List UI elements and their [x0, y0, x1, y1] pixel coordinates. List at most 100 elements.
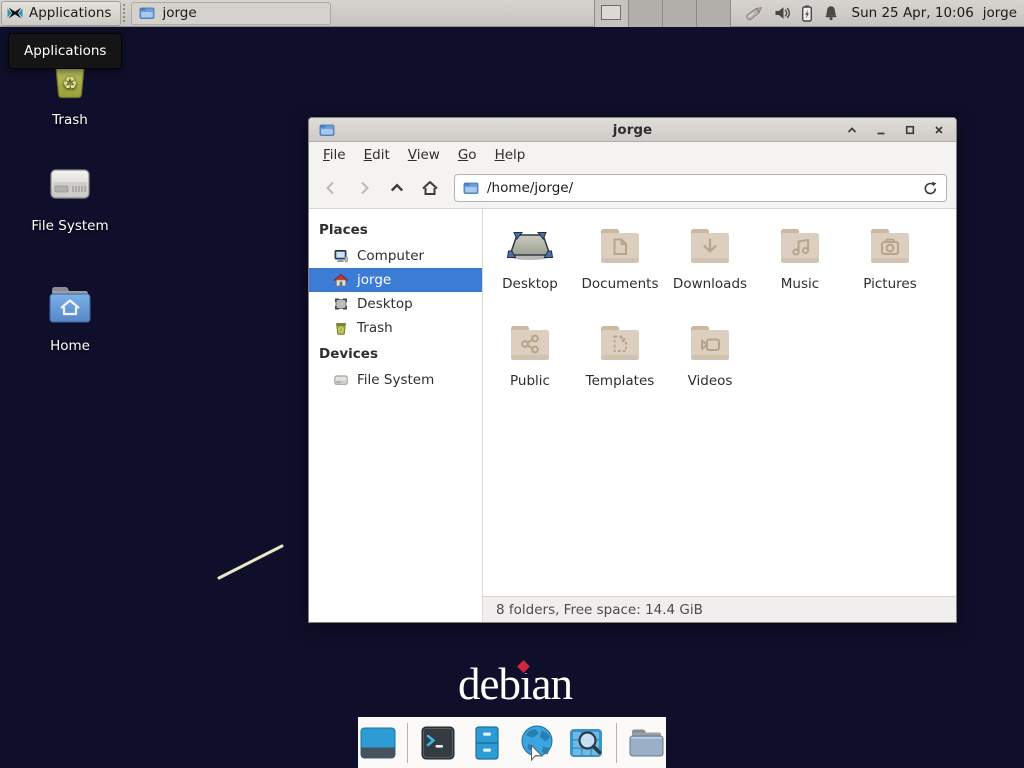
panel-handle[interactable]: [123, 4, 129, 22]
folder-templates-icon: [596, 319, 644, 367]
up-icon[interactable]: [384, 175, 410, 201]
folder-documents-icon: [596, 222, 644, 270]
shade-icon[interactable]: [845, 123, 859, 137]
path-bar[interactable]: /home/jorge/: [454, 174, 947, 202]
file-item-videos[interactable]: Videos: [665, 319, 755, 416]
sidebar-item-trash[interactable]: Trash: [309, 316, 482, 340]
titlebar[interactable]: jorge: [309, 118, 956, 142]
menu-view[interactable]: View: [399, 144, 449, 166]
file-label: Pictures: [863, 276, 916, 292]
panel-clock[interactable]: Sun 25 Apr, 10:06: [852, 5, 974, 21]
folder-icon: [463, 180, 479, 196]
file-label: Templates: [586, 373, 655, 389]
file-item-public[interactable]: Public: [485, 319, 575, 416]
file-item-templates[interactable]: Templates: [575, 319, 665, 416]
trash-icon: [333, 320, 349, 336]
home-icon[interactable]: [417, 175, 443, 201]
show-desktop-icon[interactable]: [358, 723, 397, 763]
menubar: File Edit View Go Help: [309, 142, 956, 168]
file-item-pictures[interactable]: Pictures: [845, 222, 935, 319]
file-manager-icon[interactable]: [468, 723, 507, 763]
folder-pictures-icon: [866, 222, 914, 270]
harddrive-icon: [46, 160, 94, 208]
sidebar-item-label: jorge: [357, 272, 391, 288]
dock: [358, 717, 666, 768]
status-bar: 8 folders, Free space: 14.4 GiB: [483, 596, 956, 622]
applications-menu-label: Applications: [29, 5, 111, 21]
sidebar-header-devices: Devices: [309, 340, 482, 368]
refresh-icon[interactable]: [923, 181, 938, 196]
folder-public-icon: [506, 319, 554, 367]
cursor-trail-line: [212, 540, 292, 584]
folder-icon: [139, 5, 155, 21]
file-item-downloads[interactable]: Downloads: [665, 222, 755, 319]
desktop-icon-home[interactable]: Home: [22, 280, 118, 354]
stylus-tray-icon[interactable]: [744, 4, 764, 22]
sidebar-item-computer[interactable]: Computer: [309, 244, 482, 268]
folder-videos-icon: [686, 319, 734, 367]
sidebar-header-places: Places: [309, 216, 482, 244]
path-input[interactable]: /home/jorge/: [487, 180, 915, 196]
sidebar-item-jorge[interactable]: jorge: [309, 268, 482, 292]
desktop-icon-label: Trash: [52, 112, 88, 128]
status-text: 8 folders, Free space: 14.4 GiB: [496, 602, 703, 618]
taskbar-window-button[interactable]: jorge: [131, 2, 331, 25]
desktop-icon-label: Home: [50, 338, 90, 354]
debian-logo-text: debian: [458, 659, 572, 709]
harddrive-icon: [333, 372, 349, 388]
workspace-3[interactable]: [663, 0, 697, 27]
volume-icon[interactable]: [774, 5, 791, 21]
file-label: Public: [510, 373, 550, 389]
desktop-icon-file-system[interactable]: File System: [22, 160, 118, 234]
menu-go[interactable]: Go: [449, 144, 486, 166]
top-panel: Applications jorge: [0, 0, 1024, 27]
maximize-icon[interactable]: [903, 123, 917, 137]
debian-logo: debian: [458, 658, 572, 710]
close-icon[interactable]: [932, 123, 946, 137]
applications-tooltip: Applications: [8, 33, 122, 69]
folder-music-icon: [776, 222, 824, 270]
back-icon[interactable]: [318, 175, 344, 201]
file-manager-window: jorge File Edit View Go: [308, 117, 957, 623]
workspace-window-preview: [601, 5, 621, 20]
file-grid: Desktop Documents: [483, 209, 956, 596]
sidebar-item-label: File System: [357, 372, 434, 388]
app-finder-icon[interactable]: [566, 723, 605, 763]
sidebar-item-label: Trash: [357, 320, 393, 336]
notifications-bell-icon[interactable]: [823, 5, 839, 21]
file-item-music[interactable]: Music: [755, 222, 845, 319]
sidebar-item-label: Computer: [357, 248, 424, 264]
sidebar-item-file-system[interactable]: File System: [309, 368, 482, 392]
workspace-pager: [594, 0, 731, 27]
sidebar: Places Computer: [309, 209, 483, 622]
terminal-icon[interactable]: [418, 723, 457, 763]
desktop-icon: [333, 296, 349, 312]
folder-icon[interactable]: [627, 723, 666, 763]
file-label: Music: [781, 276, 819, 292]
workspace-1[interactable]: [595, 0, 629, 27]
file-item-desktop[interactable]: Desktop: [485, 222, 575, 319]
home-icon: [333, 272, 349, 288]
web-browser-icon[interactable]: [517, 723, 556, 763]
desktop-icon-label: File System: [31, 218, 108, 234]
battery-charging-icon[interactable]: [801, 5, 813, 22]
applications-menu-button[interactable]: Applications: [1, 1, 121, 26]
workspace-2[interactable]: [629, 0, 663, 27]
forward-icon[interactable]: [351, 175, 377, 201]
home-folder-icon: [46, 280, 94, 328]
dock-separator: [407, 723, 408, 763]
file-item-documents[interactable]: Documents: [575, 222, 665, 319]
folder-downloads-icon: [686, 222, 734, 270]
menu-help[interactable]: Help: [486, 144, 535, 166]
computer-icon: [333, 248, 349, 264]
menu-file[interactable]: File: [314, 144, 355, 166]
xfce-menu-icon: [7, 5, 23, 21]
workspace-4[interactable]: [697, 0, 731, 27]
file-label: Videos: [688, 373, 733, 389]
minimize-icon[interactable]: [874, 123, 888, 137]
panel-user-label[interactable]: jorge: [983, 5, 1017, 21]
sidebar-item-desktop[interactable]: Desktop: [309, 292, 482, 316]
system-tray: [744, 4, 839, 22]
menu-edit[interactable]: Edit: [355, 144, 399, 166]
folder-icon: [319, 122, 335, 138]
